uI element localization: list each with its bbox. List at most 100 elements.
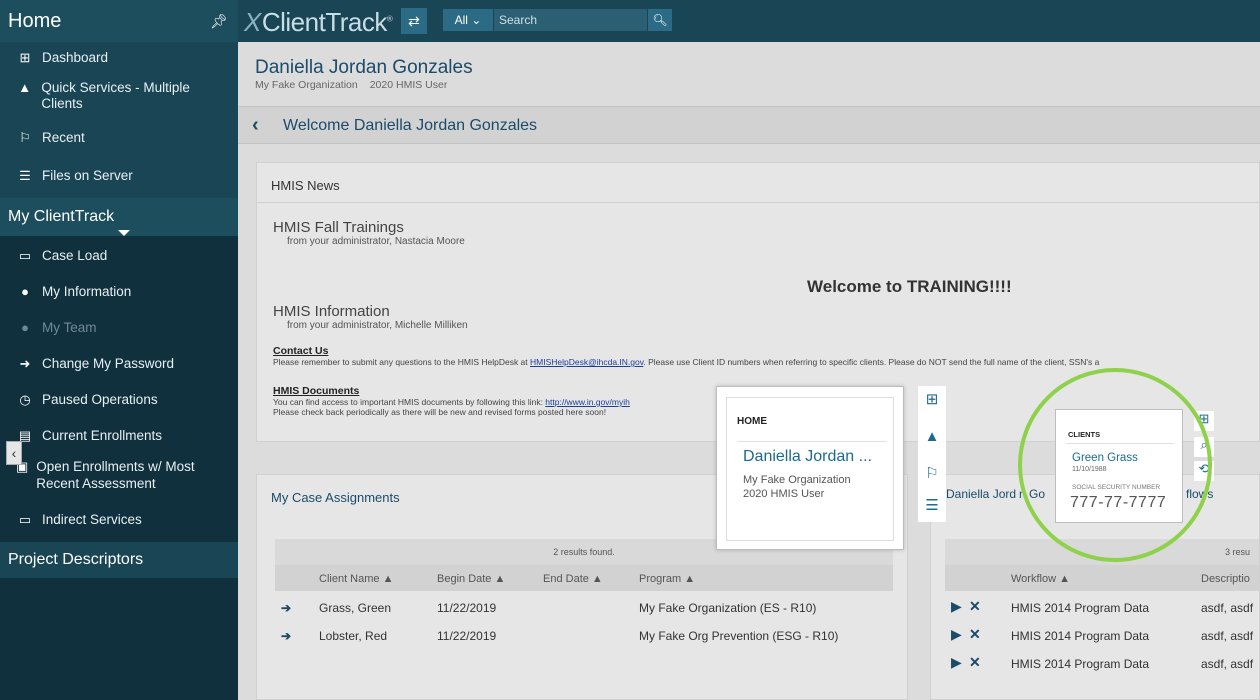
column-begin-date[interactable]: Begin Date ▲: [437, 573, 505, 585]
card-user-name[interactable]: Daniella Jordan ...: [743, 448, 872, 466]
workflows-title-part: Daniella Jord: [946, 487, 1017, 501]
sidebar-home-items: ⊞ Dashboard ▲ Quick Services - Multiple …: [0, 42, 238, 198]
close-icon[interactable]: ✕: [969, 598, 981, 615]
switch-icon[interactable]: ⇄: [401, 8, 427, 34]
news-item-title[interactable]: HMIS Fall Trainings: [273, 219, 465, 236]
column-program[interactable]: Program ▲: [639, 573, 695, 585]
close-icon[interactable]: ✕: [969, 626, 981, 643]
sidebar-item-my-team[interactable]: ● My Team: [0, 320, 238, 356]
table-row[interactable]: ▶ ✕ HMIS 2014 Program Data asdf, asdf: [945, 621, 1259, 649]
sidebar-item-change-password[interactable]: ➜ Change My Password: [0, 356, 238, 392]
cell-description: asdf, asdf: [1201, 657, 1254, 671]
search-input[interactable]: [494, 9, 647, 31]
sidebar-home-title[interactable]: Home: [8, 10, 61, 33]
collapse-sidebar-icon[interactable]: ‹: [6, 441, 22, 465]
divider: [737, 441, 887, 442]
table-row[interactable]: ➔ Grass, Green 11/22/2019 My Fake Organi…: [275, 593, 893, 621]
sidebar-item-paused-operations[interactable]: ◷ Paused Operations: [0, 392, 238, 428]
team-icon: ●: [21, 320, 29, 335]
user-name: Daniella Jordan Gonzales: [255, 57, 473, 78]
sidebar-item-dashboard[interactable]: ⊞ Dashboard: [0, 50, 238, 80]
sidebar-item-label: My Information: [42, 284, 132, 299]
sidebar-item-label: Paused Operations: [42, 392, 158, 407]
back-chevron-icon[interactable]: ‹: [252, 114, 259, 137]
map-icon[interactable]: ⊞: [922, 390, 942, 410]
trademark-icon: ®: [386, 14, 393, 24]
documents-heading: HMIS Documents: [273, 385, 360, 397]
documents-note: Please check back periodically as there …: [273, 407, 607, 417]
table-row[interactable]: ▶ ✕ HMIS 2014 Program Data asdf, asdf: [945, 649, 1259, 677]
documents-link[interactable]: http://www.in.gov/myih: [545, 397, 630, 407]
sidebar-item-open-enrollments[interactable]: ▣ Open Enrollments w/ Most Recent Assess…: [0, 458, 238, 512]
chevron-down-icon: ⌄: [471, 13, 482, 27]
column-description[interactable]: Descriptio: [1201, 573, 1250, 585]
training-banner: Welcome to TRAINING!!!!: [807, 277, 1012, 296]
filter-label: All: [454, 13, 468, 27]
sidebar-item-label: Quick Services - Multiple Clients: [41, 80, 190, 111]
column-end-date[interactable]: End Date ▲: [543, 573, 603, 585]
sidebar-myct-items: ▭ Case Load ● My Information ● My Team ➜…: [0, 236, 238, 542]
cell-description: asdf, asdf: [1201, 601, 1254, 615]
caret-down-icon: [118, 230, 130, 236]
cell-workflow: HMIS 2014 Program Data: [1011, 657, 1150, 671]
arrow-circle-icon: ➜: [19, 356, 31, 371]
checklist-icon[interactable]: ☰: [922, 496, 942, 516]
sidebar-item-files-on-server[interactable]: ☰ Files on Server: [0, 160, 238, 198]
bell-icon[interactable]: ▲: [922, 428, 942, 448]
table-row[interactable]: ➔ Lobster, Red 11/22/2019 My Fake Org Pr…: [275, 621, 893, 649]
section-label: My ClientTrack: [8, 208, 115, 225]
page-title: Welcome Daniella Jordan Gonzales: [283, 117, 538, 134]
column-client-name[interactable]: Client Name ▲: [319, 573, 393, 585]
sidebar-item-current-enrollments[interactable]: ▤ Current Enrollments: [0, 428, 238, 458]
documents-text: You can find access to important HMIS do…: [273, 397, 723, 407]
contact-text: Please remember to submit any questions …: [273, 357, 1253, 367]
news-item-trainings: HMIS Fall Trainings from your administra…: [273, 219, 465, 247]
news-item-from: from your administrator, Michelle Millik…: [287, 320, 468, 331]
sidebar-item-label: Case Load: [42, 248, 108, 263]
news-item-title[interactable]: HMIS Information: [273, 303, 468, 320]
user-org-line: My Fake Organization 2020 HMIS User: [255, 79, 447, 91]
cell-client-name: Grass, Green: [319, 601, 392, 615]
sidebar-item-my-information[interactable]: ● My Information: [0, 284, 238, 320]
enter-icon[interactable]: ➔: [281, 629, 291, 643]
table-row[interactable]: ▶ ✕ HMIS 2014 Program Data asdf, asdf: [945, 593, 1259, 621]
play-icon[interactable]: ▶: [951, 626, 962, 643]
cell-begin-date: 11/22/2019: [437, 629, 497, 643]
clock-icon: ◷: [19, 392, 31, 407]
search-filter-dropdown[interactable]: All ⌄: [443, 9, 493, 31]
pin-icon[interactable]: 📌︎: [210, 13, 228, 30]
news-item-from: from your administrator, Nastacia Moore: [287, 236, 465, 247]
enter-icon[interactable]: ➔: [281, 601, 291, 615]
play-icon[interactable]: ▶: [951, 654, 962, 671]
home-card-inner: HOME Daniella Jordan ... My Fake Organiz…: [726, 397, 894, 541]
play-icon[interactable]: ▶: [951, 598, 962, 615]
clienttrack-logo[interactable]: XClientTrack®: [244, 7, 393, 38]
sidebar-section-my-clienttrack[interactable]: My ClientTrack: [0, 198, 238, 236]
sidebar-item-label: Files on Server: [42, 168, 133, 183]
close-icon[interactable]: ✕: [969, 654, 981, 671]
helpdesk-email-link[interactable]: HMISHelpDesk@ihcda.IN.gov: [530, 357, 643, 367]
cell-begin-date: 11/22/2019: [437, 601, 497, 615]
column-workflow[interactable]: Workflow ▲: [1011, 573, 1070, 585]
user-header: Daniella Jordan Gonzales My Fake Organiz…: [238, 42, 1260, 106]
sidebar-item-recent[interactable]: ⚐ Recent: [0, 124, 238, 160]
sidebar-section-project-descriptors[interactable]: Project Descriptors: [0, 542, 238, 578]
card-heading: HOME: [737, 416, 767, 427]
highlight-circle: [1018, 368, 1212, 562]
flag-icon: ⚐: [19, 130, 31, 145]
table-header: Client Name ▲ Begin Date ▲ End Date ▲ Pr…: [275, 565, 893, 591]
cell-workflow: HMIS 2014 Program Data: [1011, 601, 1150, 615]
sidebar-item-label: Dashboard: [42, 50, 109, 65]
sidebar-item-case-load[interactable]: ▭ Case Load: [0, 248, 238, 284]
contact-text-post: . Please use Client ID numbers when refe…: [643, 357, 1100, 367]
search-icon[interactable]: 🔍︎: [648, 9, 672, 31]
welcome-bar: ‹ Welcome Daniella Jordan Gonzales: [238, 106, 1260, 144]
user-role: 2020 HMIS User: [369, 79, 448, 91]
news-item-information: HMIS Information from your administrator…: [273, 303, 468, 331]
flag-icon[interactable]: ⚐: [922, 464, 942, 484]
documents-section: HMIS Documents You can find access to im…: [273, 385, 723, 417]
sidebar-item-label: Open Enrollments w/ Most Recent Assessme…: [36, 459, 195, 491]
sidebar-item-quick-services[interactable]: ▲ Quick Services - Multiple Clients: [0, 80, 238, 124]
home-context-card[interactable]: HOME Daniella Jordan ... My Fake Organiz…: [716, 386, 904, 550]
sidebar-item-indirect-services[interactable]: ▭ Indirect Services: [0, 512, 238, 542]
